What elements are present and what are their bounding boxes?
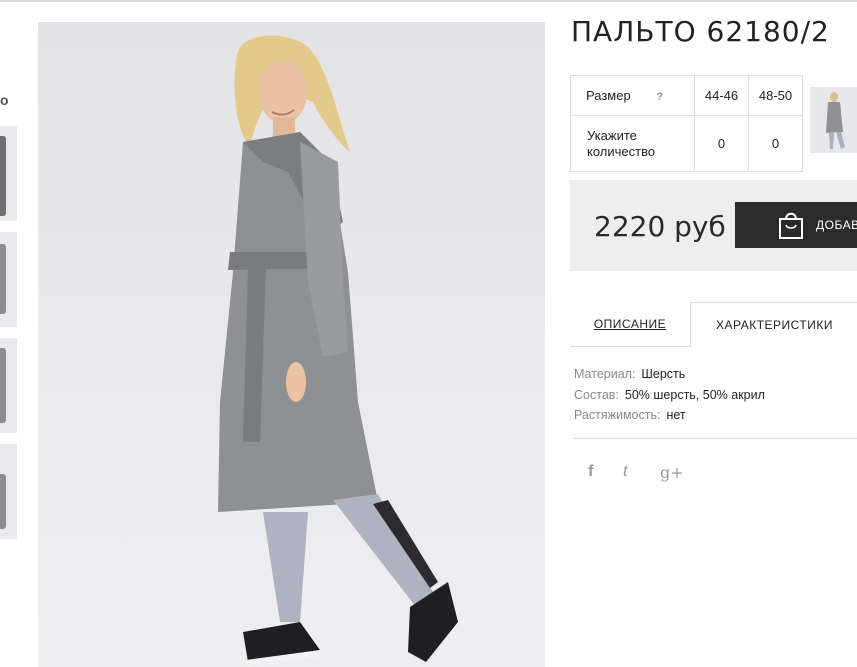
size-option-2: 48-50 [748,75,803,116]
characteristics-list: Материал: Шерсть Состав: 50% шерсть, 50% а… [574,364,765,426]
thumbnail-1[interactable] [0,126,17,221]
model-figure [218,35,458,667]
quantity-input-2[interactable]: 0 [748,115,803,172]
tab-description[interactable]: ОПИСАНИЕ [570,302,690,347]
quantity-label: Укажите количество [570,115,695,172]
alt-photo-thumbnail[interactable] [810,87,857,153]
spec-key: Растяжимость: [574,408,661,422]
product-main-photo[interactable] [38,22,545,667]
product-price: 2220 руб [594,210,726,243]
tab-characteristics[interactable]: ХАРАКТЕРИСТИКИ [690,302,857,347]
price-panel: 2220 руб ДОБАВ [570,180,857,271]
twitter-icon[interactable]: t [623,463,627,481]
size-quantity-table: Размер ? 44-46 48-50 Укажите количество … [570,75,803,172]
spec-value: 50% шерсть, 50% акрил [624,387,765,402]
size-help-icon[interactable]: ? [656,91,663,103]
spec-row: Материал: Шерсть [574,364,765,385]
google-plus-icon[interactable]: g+ [660,463,684,482]
left-column-label: о [0,92,9,108]
facebook-icon[interactable]: f [588,463,593,481]
top-divider [0,0,857,2]
thumbnail-4[interactable] [0,444,17,539]
info-tabs: ОПИСАНИЕ ХАРАКТЕРИСТИКИ [570,302,857,347]
size-label: Размер [586,88,631,103]
spec-key: Состав: [574,387,619,402]
quantity-input-1[interactable]: 0 [694,115,749,172]
add-to-cart-button[interactable]: ДОБАВ [735,202,857,248]
add-to-cart-label: ДОБАВ [816,218,857,232]
size-option-1: 44-46 [694,75,749,116]
thumbnail-2[interactable] [0,232,17,327]
specs-divider [573,438,857,439]
spec-row: Растяжимость: нет [574,405,765,426]
spec-value: Шерсть [641,367,686,381]
thumbnail-3[interactable] [0,338,17,433]
spec-row: Состав: 50% шерсть, 50% акрил [574,385,765,406]
product-title: ПАЛЬТО 62180/2 [571,15,830,48]
spec-value: нет [666,408,686,422]
spec-key: Материал: [574,367,636,381]
shopping-bag-icon [779,212,803,239]
